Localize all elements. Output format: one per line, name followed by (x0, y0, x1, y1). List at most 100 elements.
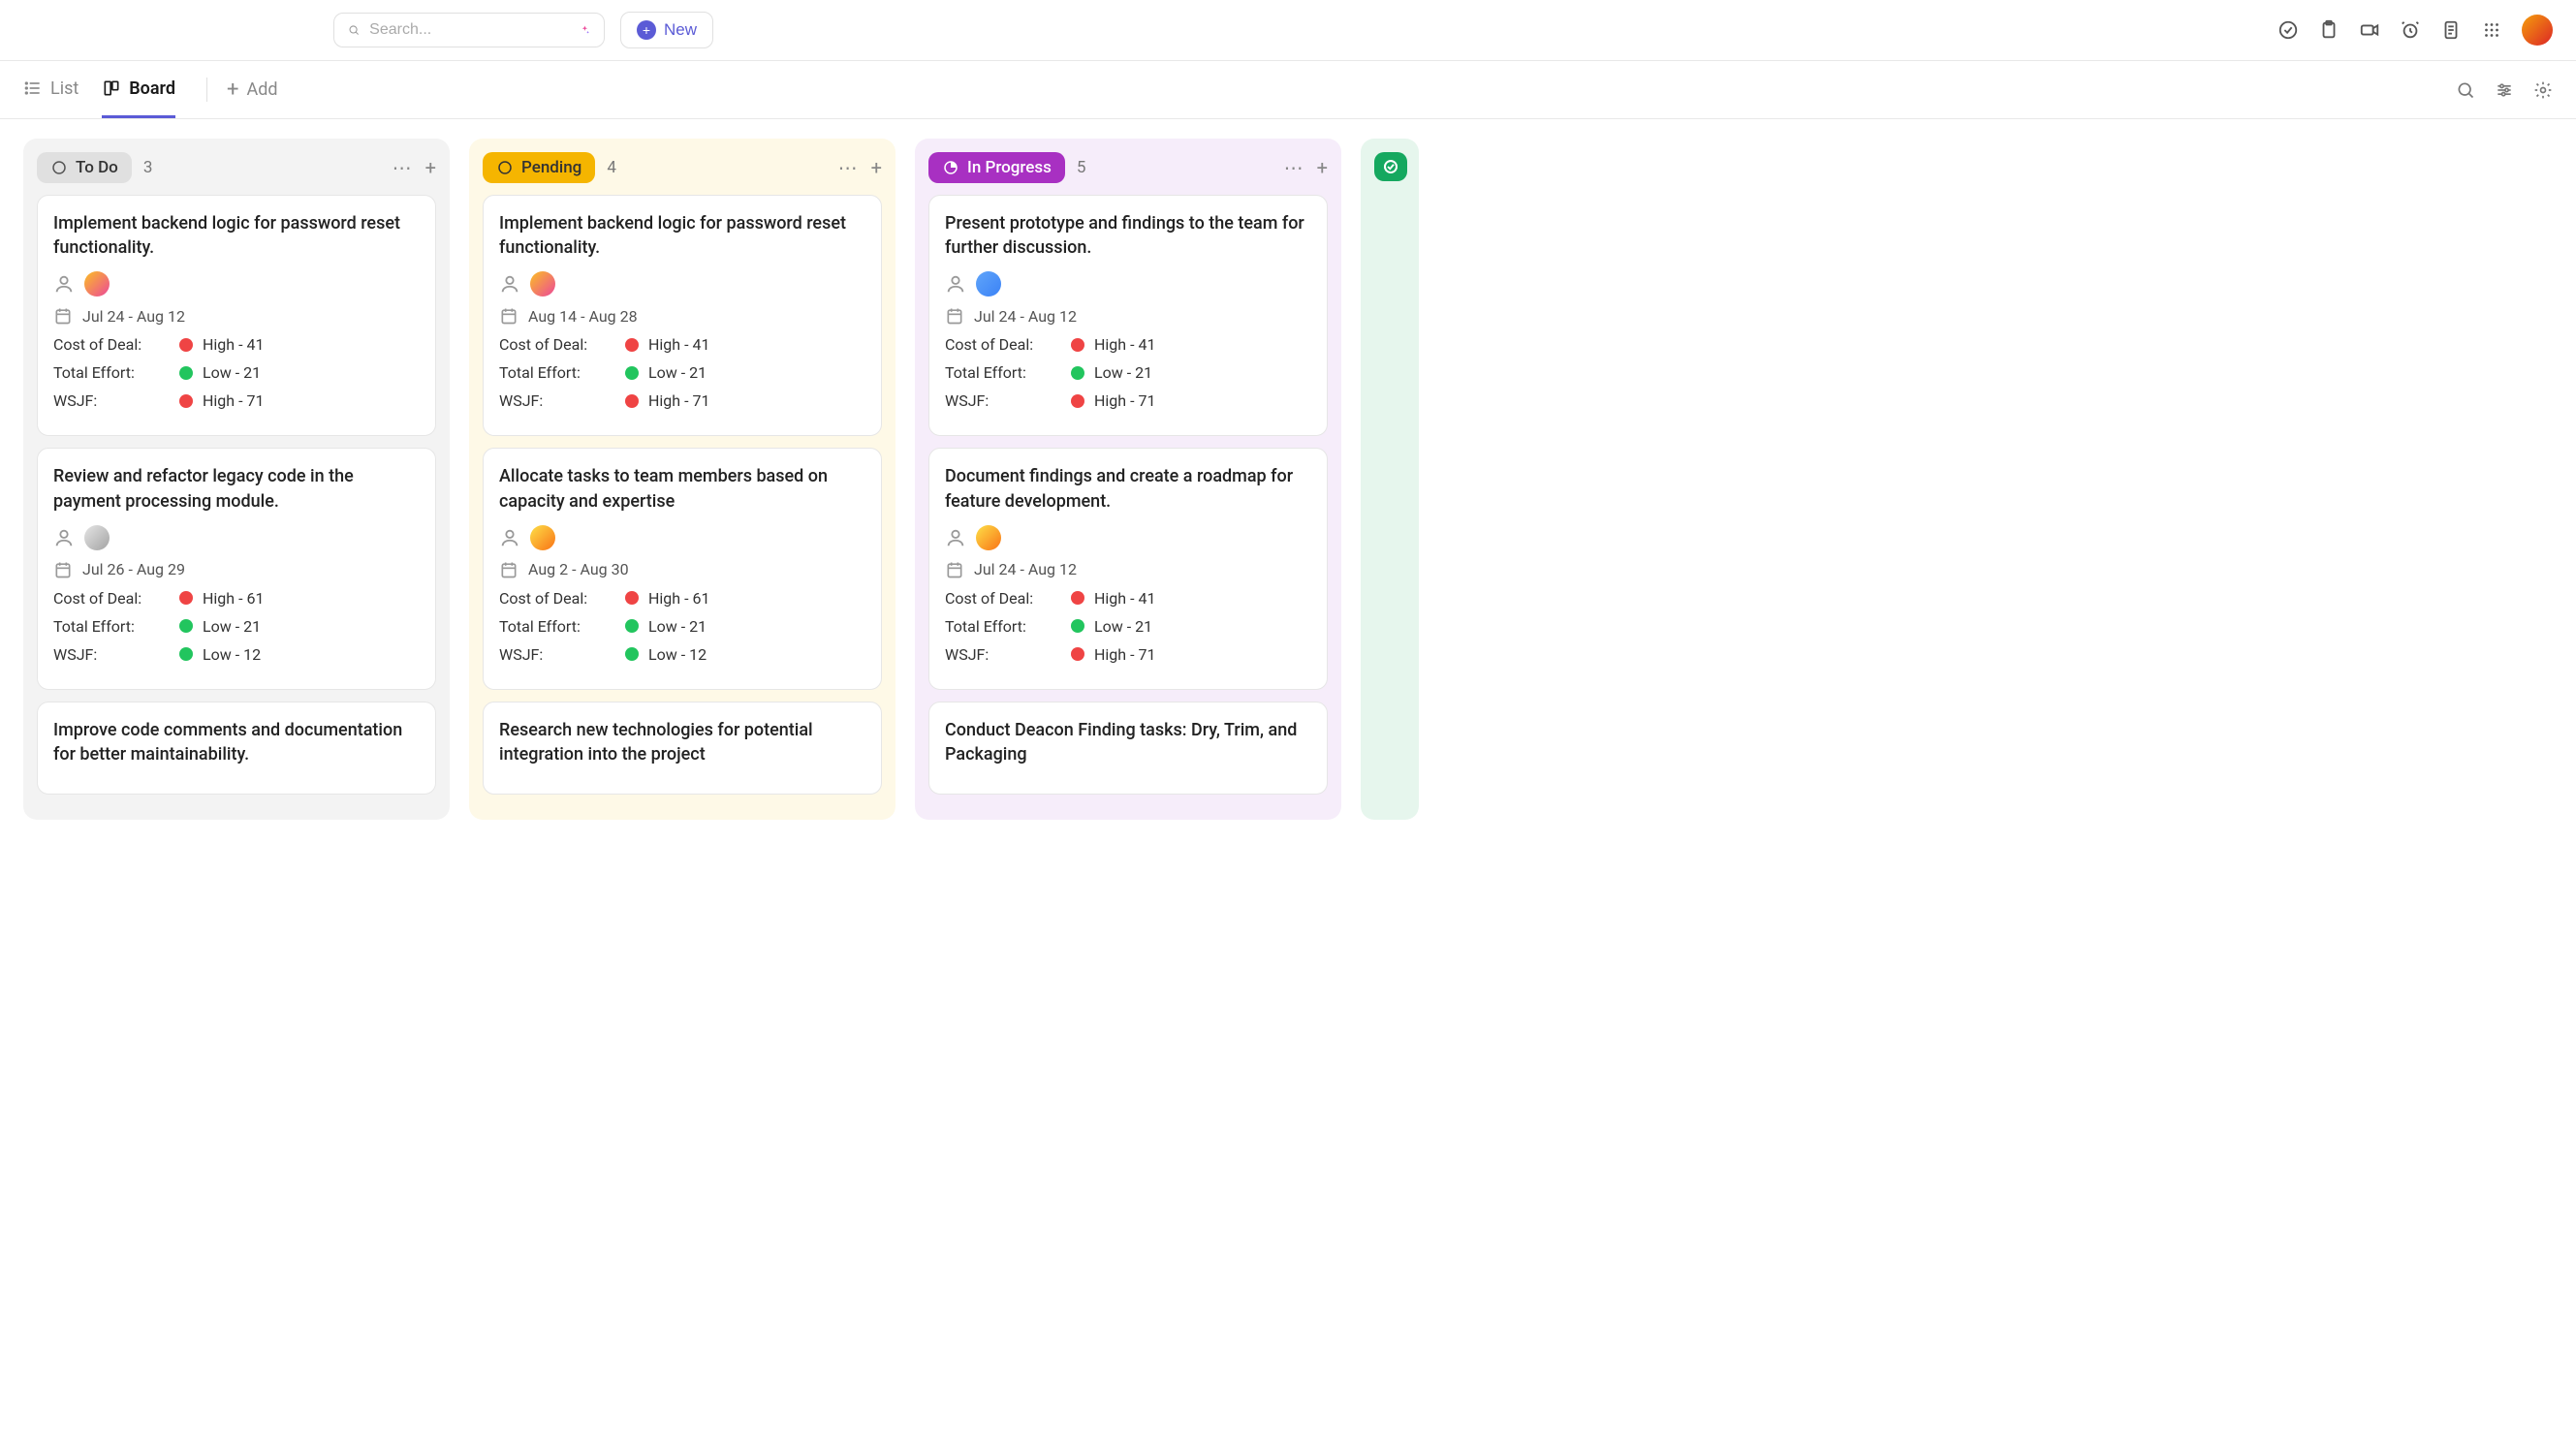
assignee-icon (945, 273, 966, 295)
custom-field-row: Cost of Deal: High - 41 (945, 589, 1311, 608)
tab-board[interactable]: Board (102, 61, 175, 118)
plus-circle-icon: + (637, 20, 656, 40)
card-title: Implement backend logic for password res… (53, 211, 420, 260)
field-value: High - 61 (648, 589, 709, 608)
column-more-icon[interactable]: ⋯ (393, 156, 412, 179)
clipboard-icon[interactable] (2318, 19, 2340, 41)
date-row: Aug 2 - Aug 30 (499, 560, 865, 579)
card-title: Research new technologies for potential … (499, 718, 865, 766)
custom-field-row: WSJF: Low - 12 (499, 645, 865, 664)
column-more-icon[interactable]: ⋯ (1284, 156, 1304, 179)
field-value: High - 41 (1094, 335, 1155, 354)
column-status-pill[interactable]: To Do (37, 152, 132, 183)
field-label: Cost of Deal: (53, 335, 179, 354)
calendar-icon (53, 560, 73, 579)
custom-field-row: Cost of Deal: High - 61 (499, 589, 865, 608)
column-status-pill[interactable]: Pending (483, 152, 595, 183)
assignee-avatar[interactable] (530, 271, 555, 297)
user-avatar[interactable] (2522, 15, 2553, 46)
date-row: Jul 24 - Aug 12 (53, 306, 420, 326)
column-actions: ⋯ + (838, 156, 882, 179)
assignee-row (499, 525, 865, 550)
task-card[interactable]: Implement backend logic for password res… (483, 195, 882, 436)
assignee-avatar[interactable] (530, 525, 555, 550)
priority-dot-icon (625, 338, 639, 352)
date-range: Jul 24 - Aug 12 (974, 307, 1077, 326)
add-view-label: Add (246, 79, 277, 100)
column-add-icon[interactable]: + (871, 156, 882, 179)
video-icon[interactable] (2359, 19, 2380, 41)
task-card[interactable]: Allocate tasks to team members based on … (483, 448, 882, 689)
priority-dot-icon (625, 366, 639, 380)
document-icon[interactable] (2440, 19, 2462, 41)
calendar-icon (945, 560, 964, 579)
priority-dot-icon (1071, 394, 1084, 408)
search-input-wrap[interactable] (333, 13, 605, 47)
custom-field-row: Total Effort: Low - 21 (499, 363, 865, 382)
priority-dot-icon (625, 591, 639, 605)
field-value: Low - 21 (648, 363, 707, 382)
column-count: 3 (143, 158, 153, 177)
field-label: Cost of Deal: (53, 589, 179, 608)
task-card[interactable]: Improve code comments and documentation … (37, 702, 436, 795)
date-range: Aug 2 - Aug 30 (528, 560, 629, 578)
add-view-button[interactable]: + Add (206, 78, 278, 102)
column-add-icon[interactable]: + (425, 156, 436, 179)
board: To Do 3 ⋯ + Implement backend logic for … (0, 119, 2576, 839)
alarm-icon[interactable] (2400, 19, 2421, 41)
plus-icon: + (227, 78, 238, 102)
field-value: High - 41 (1094, 589, 1155, 608)
ai-sparkle-icon[interactable] (580, 22, 590, 38)
check-circle-icon[interactable] (2278, 19, 2299, 41)
field-value: Low - 21 (648, 617, 707, 636)
task-card[interactable]: Review and refactor legacy code in the p… (37, 448, 436, 689)
field-value: Low - 21 (1094, 363, 1152, 382)
assignee-icon (53, 527, 75, 548)
column-more-icon[interactable]: ⋯ (838, 156, 858, 179)
card-title: Improve code comments and documentation … (53, 718, 420, 766)
task-card[interactable]: Research new technologies for potential … (483, 702, 882, 795)
search-view-icon[interactable] (2456, 80, 2475, 100)
priority-dot-icon (179, 394, 193, 408)
filter-icon[interactable] (2495, 80, 2514, 100)
assignee-avatar[interactable] (84, 271, 110, 297)
tab-board-label: Board (129, 78, 175, 99)
date-row: Jul 26 - Aug 29 (53, 560, 420, 579)
task-card[interactable]: Present prototype and findings to the te… (928, 195, 1328, 436)
field-label: WSJF: (499, 391, 625, 410)
column-add-icon[interactable]: + (1317, 156, 1328, 179)
tab-list[interactable]: List (23, 61, 79, 118)
priority-dot-icon (1071, 591, 1084, 605)
new-button[interactable]: + New (620, 12, 713, 48)
card-title: Review and refactor legacy code in the p… (53, 464, 420, 513)
column-actions: ⋯ + (1284, 156, 1328, 179)
date-range: Jul 24 - Aug 12 (82, 307, 185, 326)
custom-field-row: Total Effort: Low - 21 (53, 617, 420, 636)
custom-field-row: WSJF: Low - 12 (53, 645, 420, 664)
task-card[interactable]: Conduct Deacon Finding tasks: Dry, Trim,… (928, 702, 1328, 795)
column-pending: Pending 4 ⋯ + Implement backend logic fo… (469, 139, 895, 820)
assignee-avatar[interactable] (976, 525, 1001, 550)
assignee-avatar[interactable] (976, 271, 1001, 297)
field-value: Low - 21 (203, 617, 261, 636)
column-label: Pending (521, 158, 581, 177)
apps-grid-icon[interactable] (2481, 19, 2502, 41)
search-input[interactable] (369, 21, 570, 39)
date-row: Jul 24 - Aug 12 (945, 306, 1311, 326)
settings-icon[interactable] (2533, 80, 2553, 100)
card-title: Implement backend logic for password res… (499, 211, 865, 260)
priority-dot-icon (179, 619, 193, 633)
custom-field-row: Total Effort: Low - 21 (499, 617, 865, 636)
card-title: Conduct Deacon Finding tasks: Dry, Trim,… (945, 718, 1311, 766)
assignee-avatar[interactable] (84, 525, 110, 550)
date-range: Jul 26 - Aug 29 (82, 560, 185, 578)
task-card[interactable]: Implement backend logic for password res… (37, 195, 436, 436)
column-header: To Do 3 ⋯ + (37, 152, 436, 183)
column-status-pill[interactable]: In Progress (928, 152, 1065, 183)
task-card[interactable]: Document findings and create a roadmap f… (928, 448, 1328, 689)
priority-dot-icon (1071, 366, 1084, 380)
topbar: + New (0, 0, 2576, 61)
column-status-pill[interactable] (1374, 152, 1407, 181)
custom-field-row: WSJF: High - 71 (53, 391, 420, 410)
field-label: Total Effort: (945, 363, 1071, 382)
